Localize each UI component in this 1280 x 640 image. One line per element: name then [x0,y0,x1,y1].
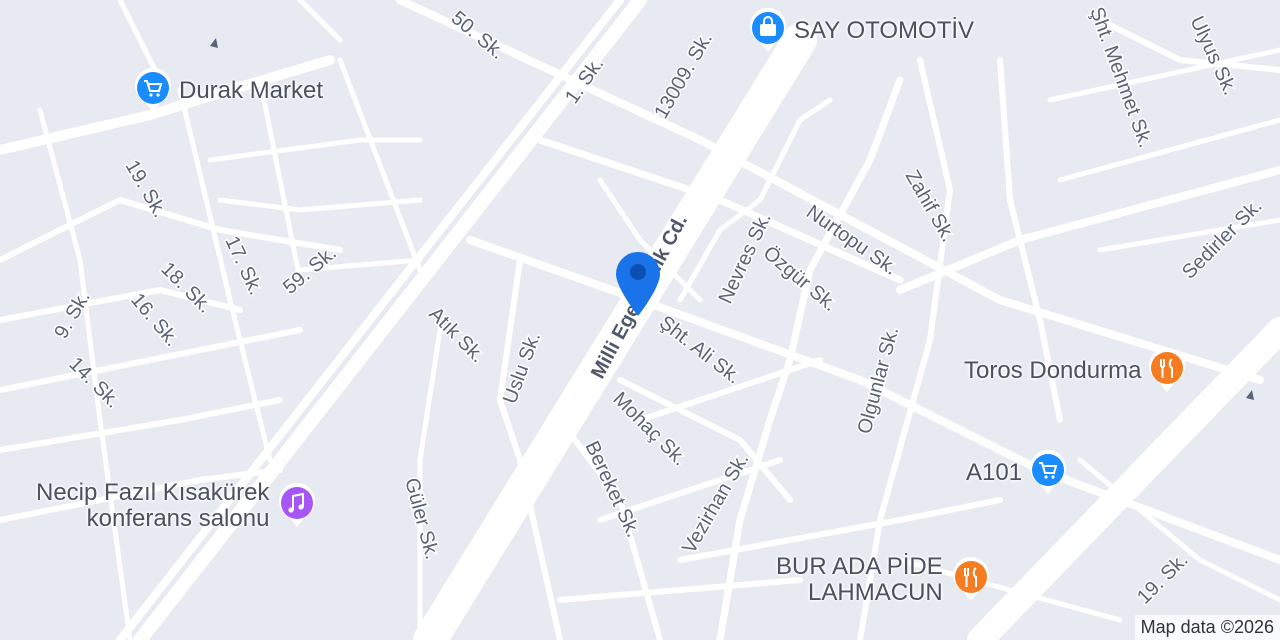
street-label: 50. Sk. [447,7,509,64]
restaurant-icon [951,556,991,603]
street-label: Sedirler Sk. [1178,195,1267,284]
poi-say-otomotiv[interactable]: SAY OTOMOTİV [748,7,975,54]
map-attribution[interactable]: Map data ©2026 [1134,615,1280,640]
street-label: Bereket Sk. [580,438,644,541]
street-label: Güler Sk. [400,476,443,562]
shopping-bag-icon [748,7,788,54]
street-label: 9. Sk. [50,287,95,342]
poi-label-line1: BUR ADA PİDE [776,553,943,580]
poi-label-line2: LAHMACUN [808,579,943,606]
street-label: Şht. Ali Sk. [655,312,745,389]
street-label: 19. Sk. [121,157,171,222]
street-label: 14. Sk. [64,353,124,413]
music-icon [277,482,317,529]
poi-bur-ada-pide-lahmacun[interactable]: BUR ADA PİDE LAHMACUN [776,554,991,606]
street-label: 16. Sk. [126,289,183,351]
restaurant-icon [1147,347,1187,394]
location-pin-icon[interactable] [612,248,664,318]
street-label: Özgür Sk. [759,242,841,316]
poi-label-line2: konferans salonu [86,505,270,532]
street-label: Zahif Sk. [901,167,960,246]
street-label: Ulyus Sk. [1185,13,1241,99]
street-label: 59. Sk. [279,242,341,299]
poi-durak-market[interactable]: Durak Market [133,67,324,114]
poi-label: SAY OTOMOTİV [794,17,975,44]
poi-label: A101 [966,459,1023,486]
street-label: Mohaç Sk. [608,388,690,470]
street-label: 19. Sk. [1133,549,1193,609]
street-label: 18. Sk. [156,258,216,318]
poi-label: Durak Market [179,77,324,104]
poi-label-line1: Necip Fazıl Kısakürek [36,479,270,506]
street-label: Olgunlar Sk. [854,324,904,436]
street-label: 1. Sk. [561,53,608,108]
map-canvas[interactable]: 50. Sk. 1. Sk. 13009. Sk. Milli Egemenli… [0,0,1280,640]
street-label: Vezirhan Sk. [678,449,753,557]
street-label: Atık Sk. [424,303,488,367]
street-label: Nurtopu Sk. [802,201,901,280]
poi-label: Toros Dondurma [964,357,1142,384]
poi-toros-dondurma[interactable]: Toros Dondurma [964,347,1187,394]
street-label: 13009. Sk. [650,29,717,123]
poi-necip-fazil-konferans-salonu[interactable]: Necip Fazıl Kısakürek konferans salonu [36,480,317,532]
street-label: 17. Sk. [220,233,266,299]
poi-a101[interactable]: A101 [966,449,1068,496]
street-label: Şht. Mehmet Sk. [1085,4,1156,150]
shopping-cart-icon [1028,449,1068,496]
shopping-cart-icon [133,67,173,114]
street-label: Uslu Sk. [499,329,545,407]
